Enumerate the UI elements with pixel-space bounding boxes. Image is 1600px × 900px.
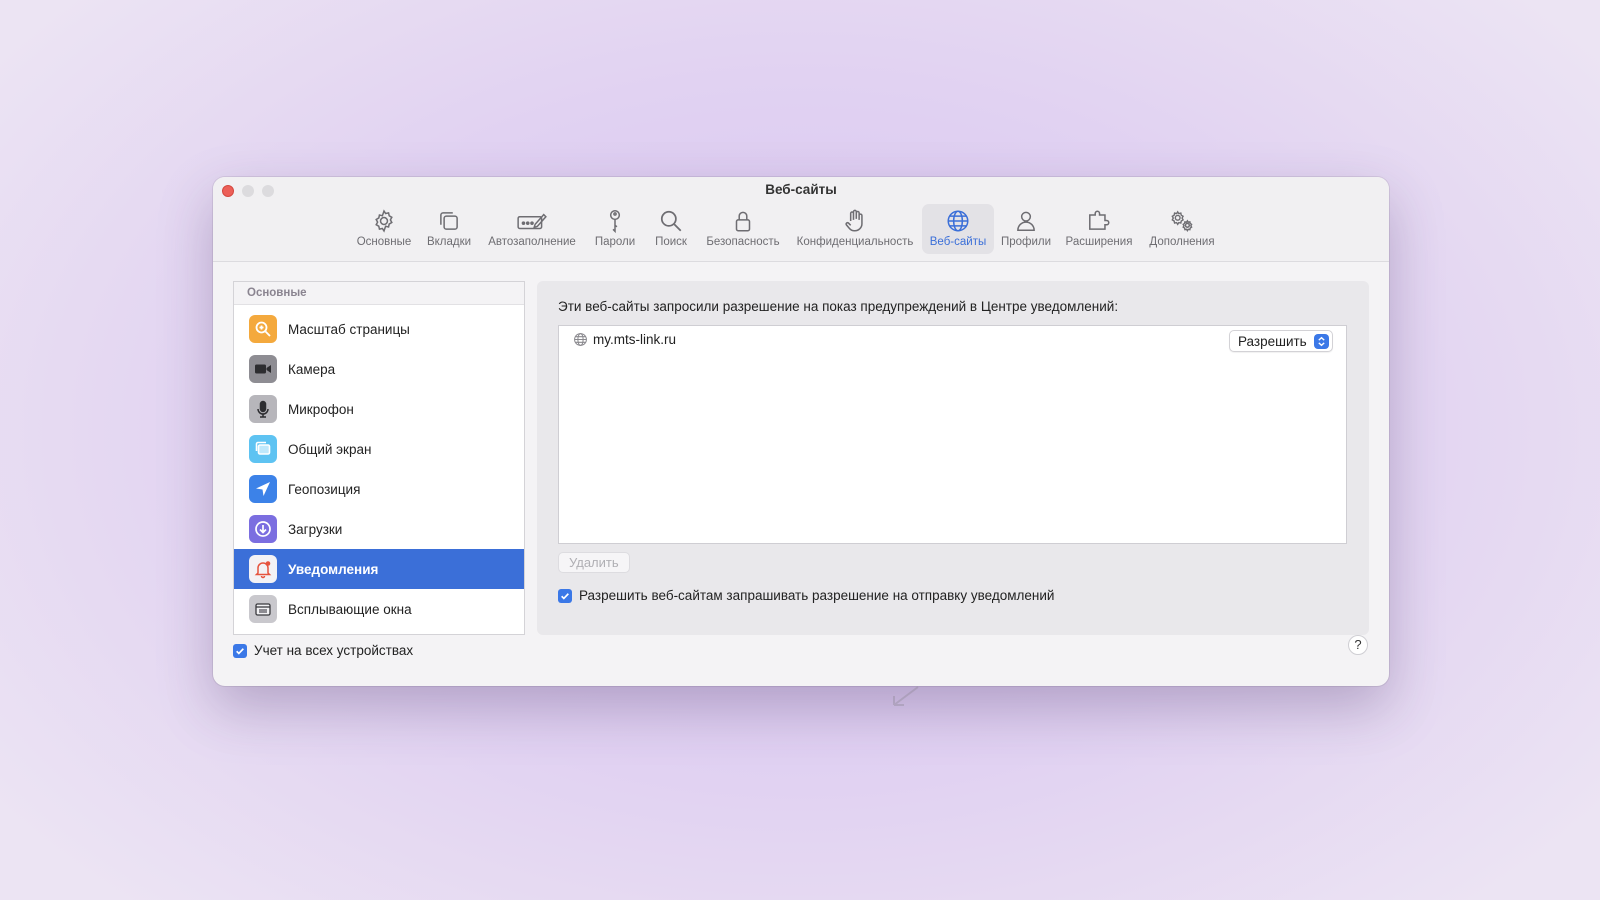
camera-icon [249, 355, 277, 383]
allow-requests-label: Разрешить веб-сайтам запрашивать разреше… [579, 588, 1055, 603]
website-domain: my.mts-link.ru [593, 332, 676, 347]
toolbar-tab-label: Профили [1000, 236, 1052, 248]
sidebar-item-label: Загрузки [288, 521, 343, 537]
websites-panel: Эти веб-сайты запросили разрешение на по… [537, 281, 1369, 635]
globe-icon [574, 333, 587, 346]
sidebar-item-microphone[interactable]: Микрофон [234, 389, 524, 429]
sidebar-item-downloads[interactable]: Загрузки [234, 509, 524, 549]
sidebar-item-screen-sharing[interactable]: Общий экран [234, 429, 524, 469]
toolbar-tab-label: Безопасность [706, 236, 780, 248]
toolbar-tab-advanced[interactable]: Дополнения [1143, 204, 1221, 254]
sidebar-item-label: Всплывающие окна [288, 601, 412, 617]
toolbar-tab-label: Конфиденциальность [796, 236, 914, 248]
sidebar-item-notifications[interactable]: Уведомления [234, 549, 524, 589]
website-list[interactable]: my.mts-link.ru Разрешить [558, 325, 1347, 544]
gears-icon [1171, 210, 1193, 233]
toolbar-tab-label: Дополнения [1149, 236, 1215, 248]
sidebar-item-page-zoom[interactable]: Масштаб страницы [234, 309, 524, 349]
autofill-icon [517, 213, 547, 230]
toolbar-tab-security[interactable]: Безопасность [700, 204, 786, 254]
preferences-window: Веб-сайты Основные Вкладки Автозаполнени… [213, 177, 1389, 686]
window-title: Веб-сайты [765, 182, 837, 197]
notification-bell-icon [249, 555, 277, 583]
sidebar: Основные Масштаб страницы Камера Микрофо… [233, 281, 525, 635]
help-button[interactable]: ? [1348, 635, 1368, 655]
hand-icon [845, 209, 863, 232]
sidebar-item-label: Камера [288, 361, 336, 377]
toolbar-tab-label: Пароли [594, 236, 636, 248]
toolbar-tab-label: Автозаполнение [488, 236, 576, 248]
arrow-icon [893, 686, 919, 706]
sidebar-item-label: Микрофон [288, 401, 354, 417]
toolbar-tab-passwords[interactable]: Пароли [588, 204, 642, 254]
puzzle-icon [1089, 210, 1110, 230]
sidebar-item-label: Геопозиция [288, 481, 361, 497]
toolbar-tab-autofill[interactable]: Автозаполнение [483, 204, 581, 254]
sidebar-item-label: Масштаб страницы [288, 321, 410, 337]
zoom-icon [249, 315, 277, 343]
preferences-toolbar: Основные Вкладки Автозаполнение Пароли П… [213, 204, 1389, 256]
toolbar-tab-privacy[interactable]: Конфиденциальность [793, 204, 917, 254]
search-icon [660, 210, 682, 232]
toolbar-tab-search[interactable]: Поиск [650, 204, 692, 254]
sync-label: Учет на всех устройствах [254, 643, 414, 658]
permission-select[interactable]: Разрешить [1229, 330, 1333, 352]
sidebar-item-label: Общий экран [288, 441, 372, 457]
permission-value: Разрешить [1238, 333, 1307, 349]
sidebar-section-header: Основные [234, 282, 524, 305]
toolbar-tab-profiles[interactable]: Профили [999, 204, 1053, 254]
chevron-up-down-icon [1314, 334, 1329, 349]
delete-button[interactable]: Удалить [558, 552, 630, 573]
panel-description: Эти веб-сайты запросили разрешение на по… [558, 299, 1119, 314]
toolbar-tab-label: Поиск [655, 236, 687, 248]
lock-icon [735, 211, 751, 232]
globe-icon [947, 210, 969, 232]
microphone-icon [249, 395, 277, 423]
toolbar-tab-websites[interactable]: Веб-сайты [922, 204, 994, 254]
toolbar-tab-tabs[interactable]: Вкладки [422, 204, 476, 254]
sidebar-item-camera[interactable]: Камера [234, 349, 524, 389]
allow-requests-row[interactable]: Разрешить веб-сайтам запрашивать разреше… [558, 588, 1054, 603]
screen-share-icon [249, 435, 277, 463]
popup-window-icon [249, 595, 277, 623]
sidebar-item-location[interactable]: Геопозиция [234, 469, 524, 509]
sync-checkbox[interactable] [233, 643, 247, 658]
sync-row[interactable]: Учет на всех устройствах [233, 643, 413, 658]
sidebar-item-label: Уведомления [288, 561, 379, 577]
toolbar-tab-label: Вкладки [426, 236, 472, 248]
download-icon [249, 515, 277, 543]
gear-icon [375, 209, 393, 233]
sidebar-item-popup-windows[interactable]: Всплывающие окна [234, 589, 524, 629]
website-row[interactable]: my.mts-link.ru [573, 332, 676, 347]
toolbar-tab-general[interactable]: Основные [353, 204, 415, 254]
allow-requests-checkbox[interactable] [558, 588, 572, 603]
toolbar-tab-extensions[interactable]: Расширения [1061, 204, 1137, 254]
tabs-icon [440, 212, 458, 230]
location-icon [249, 475, 277, 503]
key-icon [609, 209, 621, 234]
toolbar-tab-label: Основные [356, 236, 412, 248]
titlebar: Веб-сайты Основные Вкладки Автозаполнени… [213, 177, 1389, 262]
toolbar-tab-label: Расширения [1065, 236, 1133, 248]
person-icon [1017, 211, 1035, 231]
toolbar-tab-label: Веб-сайты [929, 236, 987, 248]
